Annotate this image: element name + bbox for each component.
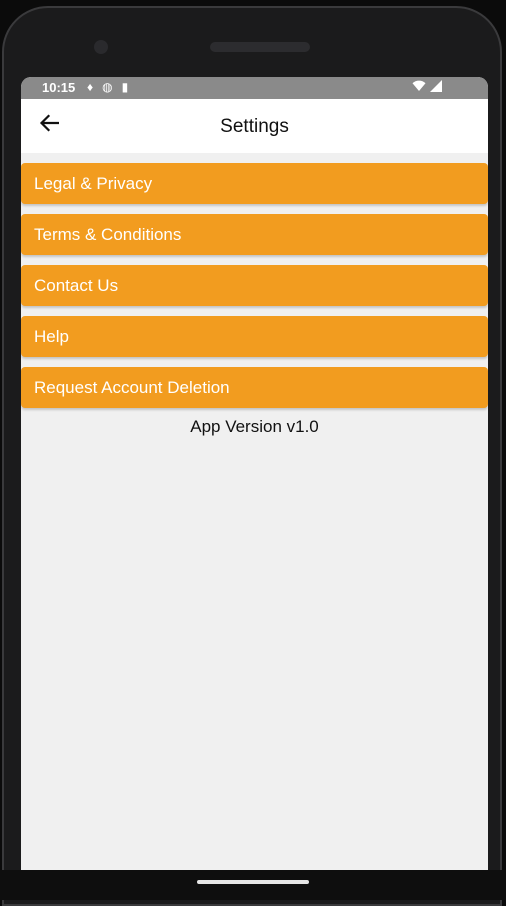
home-gesture-bar[interactable]: [197, 880, 309, 884]
app-version-text: App Version v1.0: [190, 417, 319, 436]
request-account-deletion-button[interactable]: Request Account Deletion: [21, 367, 488, 408]
device-frame: 10:15 ♦ ◍ ▮ Settings Legal & Privacy Ter…: [0, 0, 506, 906]
earpiece-speaker: [210, 42, 310, 52]
page-title: Settings: [220, 116, 289, 137]
settings-menu: Legal & Privacy Terms & Conditions Conta…: [21, 163, 488, 418]
signal-icon: [430, 80, 442, 95]
contact-us-button[interactable]: Contact Us: [21, 265, 488, 306]
status-bar: 10:15 ♦ ◍ ▮: [21, 77, 488, 99]
front-camera: [94, 40, 108, 54]
app-bar: Settings: [21, 99, 488, 153]
help-button[interactable]: Help: [21, 316, 488, 357]
status-time: 10:15: [42, 80, 76, 95]
status-icons-left: ♦ ◍ ▮: [87, 80, 128, 94]
sd-card-icon: ▮: [121, 80, 129, 94]
vpn-icon: ◍: [102, 80, 113, 94]
navigation-bar: [0, 870, 506, 900]
screen: 10:15 ♦ ◍ ▮ Settings Legal & Privacy Ter…: [21, 77, 488, 870]
status-icons-right: [412, 80, 442, 95]
terms-conditions-button[interactable]: Terms & Conditions: [21, 214, 488, 255]
data-saver-icon: ♦: [87, 80, 94, 94]
wifi-icon: [412, 80, 426, 95]
legal-privacy-button[interactable]: Legal & Privacy: [21, 163, 488, 204]
